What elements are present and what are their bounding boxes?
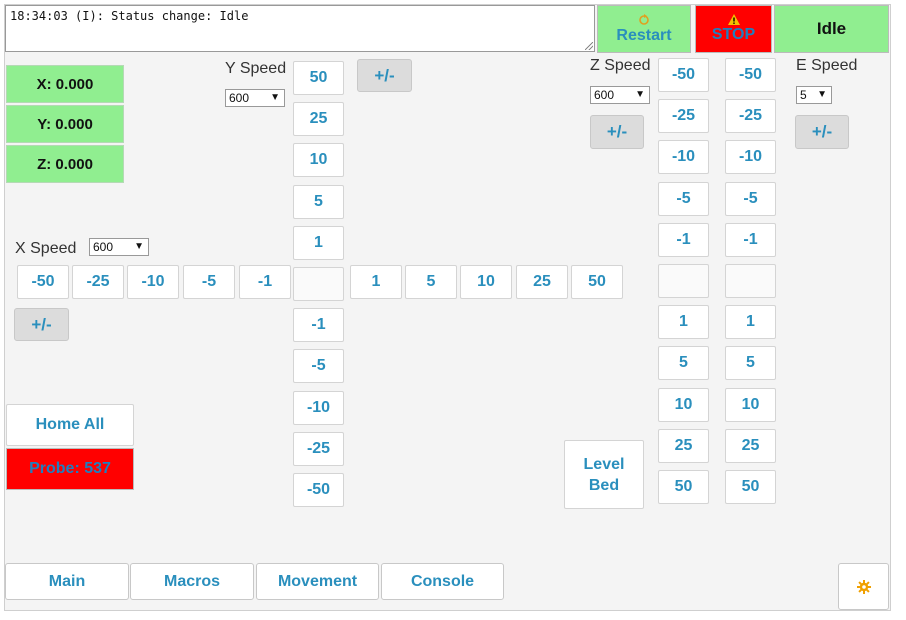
x-plus-minus-button[interactable]: +/- [14,308,69,341]
probe-label: Probe: 537 [29,460,111,477]
e-jog-button[interactable]: -25 [725,99,776,133]
restart-label: Restart [616,26,672,44]
x-jog-button[interactable]: 50 [571,265,623,299]
y-position: Y: 0.000 [6,105,124,143]
y-jog-button[interactable]: 1 [293,226,344,260]
z-jog-button[interactable]: -25 [658,99,709,133]
z-speed-value: 600 [594,88,615,102]
y-jog-button[interactable]: 25 [293,102,344,136]
chevron-down-icon: ▼ [817,89,827,100]
x-speed-select[interactable]: 600 ▼ [89,238,149,256]
e-jog-button[interactable]: -50 [725,58,776,92]
tab-main[interactable]: Main [5,563,129,600]
y-jog-button[interactable]: 50 [293,61,344,95]
x-jog-button[interactable]: 1 [350,265,402,299]
tab-movement[interactable]: Movement [256,563,379,600]
z-speed-select[interactable]: 600 ▼ [590,86,650,104]
x-speed-value: 600 [93,240,114,254]
x-speed-label: X Speed [15,240,77,257]
x-jog-button[interactable]: 25 [516,265,568,299]
z-jog-button[interactable]: 50 [658,470,709,504]
restart-icon [639,13,649,25]
chevron-down-icon: ▼ [635,89,645,100]
e-speed-value: 5 [800,88,807,102]
e-jog-button[interactable]: -1 [725,223,776,257]
y-jog-button[interactable]: -1 [293,308,344,342]
settings-button[interactable] [838,563,889,610]
x-jog-button[interactable]: -1 [239,265,291,299]
chevron-down-icon: ▼ [134,241,144,252]
x-jog-button[interactable]: -10 [127,265,179,299]
y-jog-button[interactable]: 10 [293,143,344,177]
home-all-button[interactable]: Home All [6,404,134,446]
x-jog-button[interactable]: -5 [183,265,235,299]
restart-button[interactable]: Restart [597,5,691,53]
console-log[interactable]: 18:34:03 (I): Status change: Idle [5,5,595,52]
x-jog-button[interactable]: -25 [72,265,124,299]
gear-icon [856,579,871,594]
y-jog-button[interactable]: -25 [293,432,344,466]
y-speed-label: Y Speed [225,60,287,77]
z-center-button[interactable] [658,264,709,298]
z-jog-button[interactable]: -5 [658,182,709,216]
e-plus-minus-button[interactable]: +/- [795,115,849,149]
z-jog-button[interactable]: -10 [658,140,709,174]
z-jog-button[interactable]: 5 [658,346,709,380]
z-plus-minus-button[interactable]: +/- [590,115,644,149]
x-jog-button[interactable]: 10 [460,265,512,299]
status-indicator: Idle [774,5,889,53]
x-position: X: 0.000 [6,65,124,103]
y-speed-value: 600 [229,91,250,105]
console-text: 18:34:03 (I): Status change: Idle [10,9,249,23]
z-jog-button[interactable]: -1 [658,223,709,257]
z-jog-button[interactable]: -50 [658,58,709,92]
e-jog-button[interactable]: 10 [725,388,776,422]
warning-icon [727,14,740,25]
y-center-button[interactable] [293,267,344,301]
e-jog-button[interactable]: -5 [725,182,776,216]
e-jog-button[interactable]: 50 [725,470,776,504]
status-label: Idle [816,19,847,38]
y-jog-button[interactable]: -10 [293,391,344,425]
e-jog-button[interactable]: 5 [725,346,776,380]
e-speed-select[interactable]: 5 ▼ [796,86,832,104]
chevron-down-icon: ▼ [270,92,280,103]
e-jog-button[interactable]: 25 [725,429,776,463]
y-jog-button[interactable]: -5 [293,349,344,383]
e-jog-button[interactable]: 1 [725,305,776,339]
tab-macros[interactable]: Macros [130,563,254,600]
z-jog-button[interactable]: 25 [658,429,709,463]
stop-label: STOP [711,26,756,43]
z-jog-button[interactable]: 1 [658,305,709,339]
tab-console[interactable]: Console [381,563,504,600]
x-jog-button[interactable]: 5 [405,265,457,299]
resize-grip-icon[interactable] [585,42,593,50]
z-speed-label: Z Speed [590,57,651,74]
z-position: Z: 0.000 [6,145,124,183]
stop-button[interactable]: STOP [695,5,772,53]
probe-status: Probe: 537 [6,448,134,490]
y-speed-select[interactable]: 600 ▼ [225,89,285,107]
y-plus-minus-button[interactable]: +/- [357,59,412,92]
e-speed-label: E Speed [796,57,858,74]
y-jog-button[interactable]: 5 [293,185,344,219]
y-jog-button[interactable]: -50 [293,473,344,507]
z-jog-button[interactable]: 10 [658,388,709,422]
e-jog-button[interactable]: -10 [725,140,776,174]
x-jog-button[interactable]: -50 [17,265,69,299]
e-center-button[interactable] [725,264,776,298]
level-bed-button[interactable]: Level Bed [564,440,644,509]
